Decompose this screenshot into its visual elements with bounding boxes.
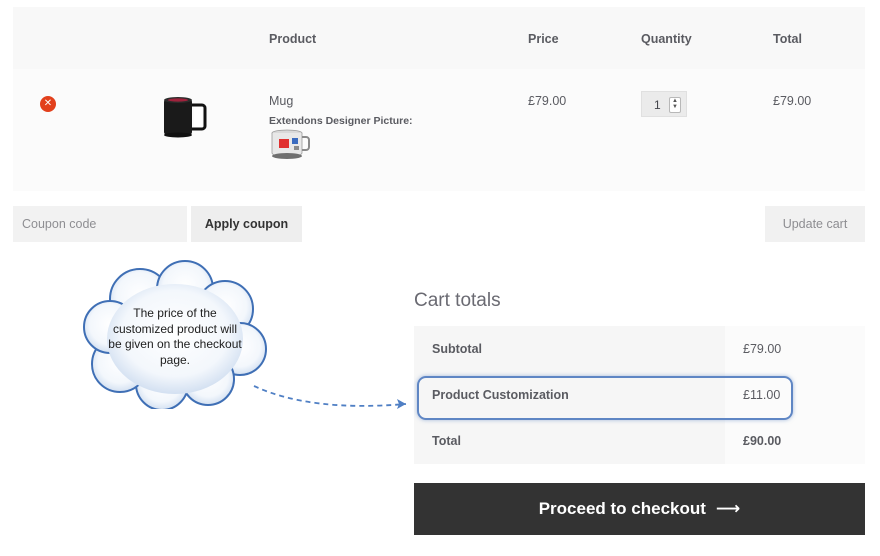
remove-icon[interactable]: ✕	[40, 96, 56, 112]
callout-arrow-icon	[253, 385, 407, 409]
table-row	[13, 69, 865, 191]
totals-label: Subtotal	[414, 326, 725, 372]
item-price: £79.00	[528, 94, 567, 108]
customization-highlight	[417, 376, 793, 420]
update-cart-button[interactable]: Update cart	[765, 206, 865, 242]
totals-row-subtotal: Subtotal £79.00	[414, 326, 865, 372]
arrow-right-icon: ⟶	[715, 499, 741, 518]
designer-picture-thumbnail	[271, 129, 310, 159]
callout-text: The price of the customized product will…	[108, 306, 242, 367]
product-name-link[interactable]: Mug	[269, 94, 293, 108]
column-header-total: Total	[773, 32, 802, 46]
totals-label: Total	[414, 418, 725, 464]
cart-totals-title: Cart totals	[414, 290, 501, 311]
coupon-code-input[interactable]: Coupon code	[13, 206, 187, 242]
column-header-quantity: Quantity	[641, 32, 692, 46]
apply-coupon-button[interactable]: Apply coupon	[191, 206, 302, 242]
product-thumbnail-mug[interactable]	[160, 95, 210, 139]
checkout-label: Proceed to checkout	[538, 499, 706, 518]
designer-picture-label: Extendons Designer Picture:	[269, 115, 413, 127]
cart-table-header	[13, 7, 865, 69]
totals-value: £79.00	[725, 326, 865, 372]
totals-value: £90.00	[725, 418, 865, 464]
quantity-value[interactable]: 1	[654, 98, 661, 112]
quantity-stepper[interactable]: 1 ▲ ▼	[641, 91, 687, 117]
totals-row-total: Total £90.00	[414, 418, 865, 464]
column-header-product: Product	[269, 32, 317, 46]
spinner-arrows-icon[interactable]: ▲ ▼	[669, 97, 681, 113]
column-header-price: Price	[528, 32, 559, 46]
proceed-to-checkout-button[interactable]: Proceed to checkout ⟶	[414, 483, 865, 535]
item-total: £79.00	[773, 94, 812, 108]
